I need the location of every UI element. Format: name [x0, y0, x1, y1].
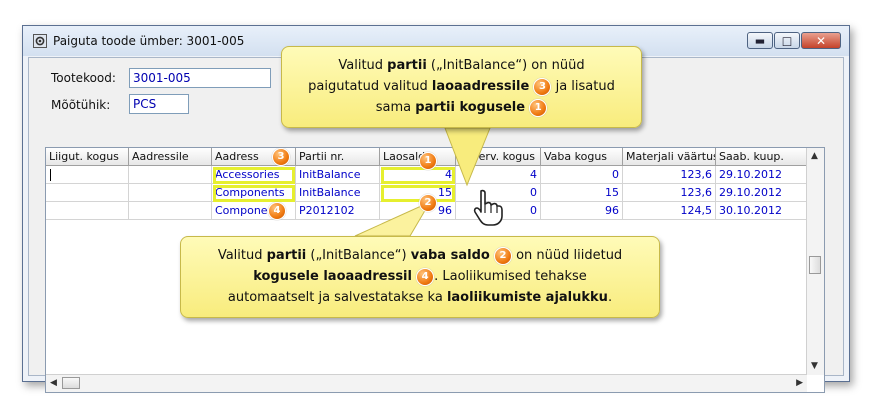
text-run-bold: partii kogusele — [415, 100, 526, 115]
top-callout-line-1: Valitud partii („InitBalance“) on nüüd — [282, 55, 641, 76]
bottom-callout-line-1: Valitud partii („InitBalance“) vaba sald… — [181, 245, 659, 266]
text-run: Valitud — [217, 248, 267, 263]
bottom-info-callout: Valitud partii („InitBalance“) vaba sald… — [180, 236, 660, 318]
text-run: Valitud — [338, 58, 388, 73]
text-run-bold: partii — [266, 248, 307, 263]
text-run: . — [607, 290, 613, 305]
text-run: on nüüd liidetud — [511, 248, 623, 263]
text-run: . Laoliikumised tehakse — [434, 269, 587, 284]
step-badge-1: 1 — [529, 98, 548, 117]
step-badge-2: 2 — [493, 246, 512, 265]
text-run-bold: laoaadressile — [431, 79, 530, 94]
bottom-callout-pointer — [354, 200, 432, 237]
text-run-bold: kogusele laoaadressil — [253, 269, 412, 284]
text-run: sama — [375, 100, 416, 115]
text-run: („InitBalance“) on nüüd — [426, 58, 585, 73]
text-run: paigutatud valitud — [308, 79, 432, 94]
text-run-bold: laoliikumiste ajalukku — [446, 290, 608, 305]
top-callout-pointer — [444, 127, 491, 187]
bottom-callout-line-2: kogusele laoaadressil 4. Laoliikumised t… — [181, 266, 659, 287]
text-run: automaatselt ja salvestatakse ka — [227, 290, 447, 305]
step-badge-4: 4 — [416, 267, 435, 286]
text-run-bold: partii — [387, 58, 427, 73]
step-badge-1: 1 — [419, 152, 437, 170]
step-badge-2: 2 — [419, 194, 437, 212]
text-run: („InitBalance“) — [306, 248, 411, 263]
step-badge-3: 3 — [533, 77, 552, 96]
top-info-callout: Valitud partii („InitBalance“) on nüüd p… — [281, 46, 642, 128]
bottom-callout-line-3: automaatselt ja salvestatakse ka laoliik… — [181, 287, 659, 308]
hand-pointer-icon — [473, 189, 503, 226]
top-callout-line-2: paigutatud valitud laoaadressile 3 ja li… — [282, 76, 641, 97]
text-run-bold: vaba saldo — [410, 248, 490, 263]
top-callout-line-3: sama partii kogusele 1 — [282, 97, 641, 118]
step-badge-3: 3 — [272, 148, 290, 166]
text-run: ja lisatud — [551, 79, 615, 94]
step-badge-4: 4 — [268, 202, 286, 220]
